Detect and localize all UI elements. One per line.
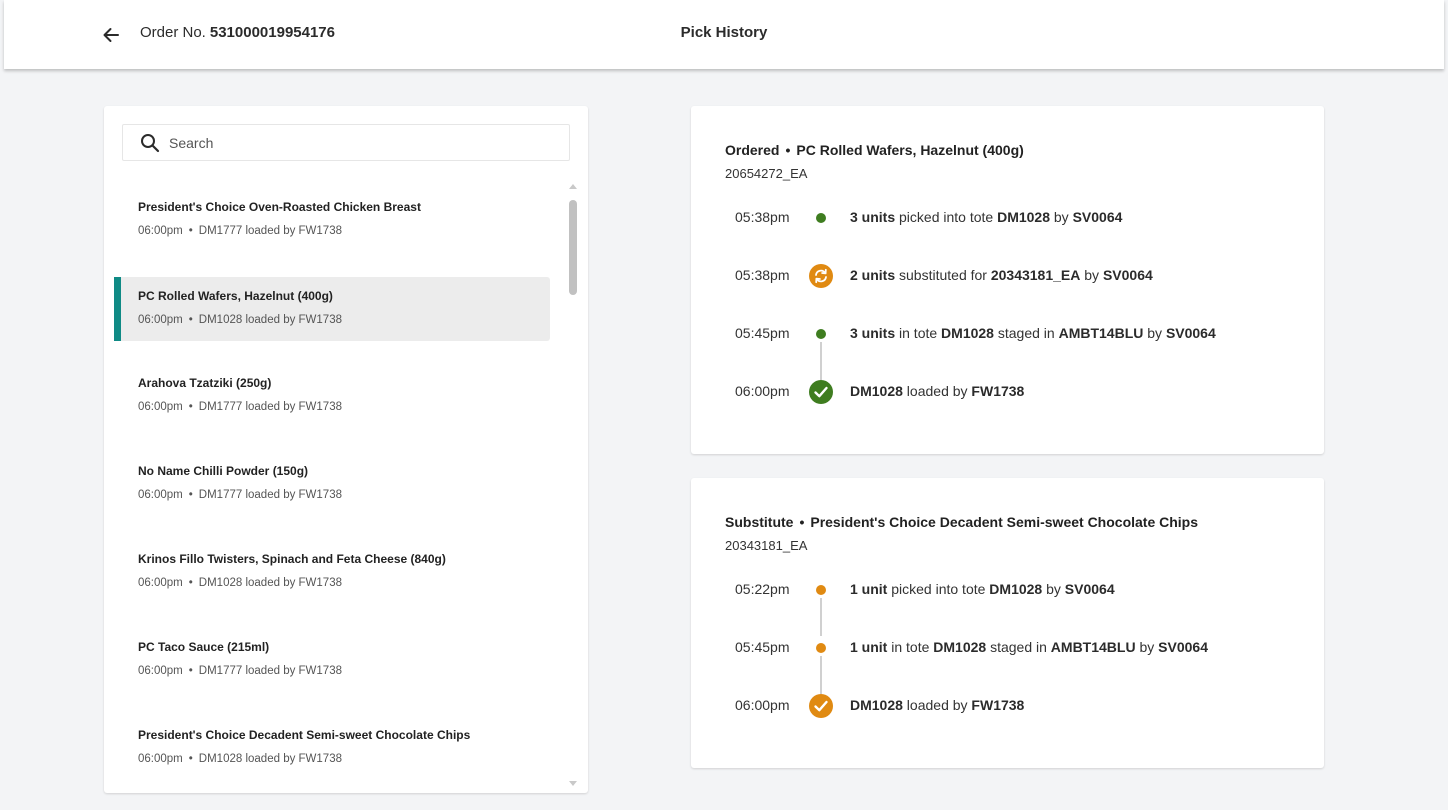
item-time: 06:00pm [138,665,183,677]
timeline-dot-orange [816,643,826,653]
separator: • [188,225,193,237]
event-time: 05:38pm [735,209,790,225]
separator: • [188,577,193,589]
separator: • [785,142,791,158]
timeline-connector [820,598,822,636]
event-text: 1 unit in tote DM1028 staged in AMBT14BL… [850,639,1208,655]
ordered-history-card: Ordered • PC Rolled Wafers, Hazelnut (400g… [691,106,1324,454]
event-time: 05:38pm [735,267,790,283]
event-time: 06:00pm [735,697,790,713]
scroll-up-arrow-icon[interactable] [569,184,577,189]
item-meta: 06:00pm • DM1777 loaded by FW1738 [138,401,342,413]
top-bar: Order No. 531000019954176 Pick History [4,0,1444,69]
item-name: Arahova Tzatziki (250g) [138,376,272,390]
event-time: 06:00pm [735,383,790,399]
item-meta: 06:00pm • DM1028 loaded by FW1738 [138,314,342,326]
check-circle-icon [809,380,833,404]
scrollbar-thumb[interactable] [569,200,577,295]
item-detail: DM1777 loaded by FW1738 [198,665,342,677]
card-product: PC Rolled Wafers, Hazelnut (400g) [796,142,1024,158]
card-type: Ordered [725,142,780,158]
item-list-panel: President's Choice Oven-Roasted Chicken … [104,106,588,793]
item-detail: DM1777 loaded by FW1738 [198,401,342,413]
item-detail: DM1028 loaded by FW1738 [198,753,342,765]
list-item[interactable]: President's Choice Oven-Roasted Chicken … [114,188,550,252]
card-title: Ordered • PC Rolled Wafers, Hazelnut (400g… [725,142,1024,158]
separator: • [188,314,193,326]
item-time: 06:00pm [138,225,183,237]
list-scrollbar[interactable] [568,184,578,786]
event-text: 3 units picked into tote DM1028 by SV006… [850,209,1123,225]
item-time: 06:00pm [138,401,183,413]
event-time: 05:45pm [735,639,790,655]
item-name: PC Rolled Wafers, Hazelnut (400g) [138,289,333,303]
page-title: Pick History [680,24,768,41]
scroll-down-arrow-icon[interactable] [569,781,577,786]
check-circle-icon [809,694,833,718]
item-meta: 06:00pm • DM1777 loaded by FW1738 [138,489,342,501]
item-name: PC Taco Sauce (215ml) [138,640,270,654]
event-time: 05:45pm [735,325,790,341]
event-text: 2 units substituted for 20343181_EA by S… [850,267,1153,283]
timeline-dot-orange [816,585,826,595]
search-input[interactable] [169,126,559,159]
list-item[interactable]: No Name Chilli Powder (150g) 06:00pm • DM1… [114,452,550,516]
separator: • [799,514,805,530]
timeline-dot-green [816,329,826,339]
list-item[interactable]: PC Taco Sauce (215ml) 06:00pm • DM1777 loa… [114,628,550,692]
item-time: 06:00pm [138,489,183,501]
item-time: 06:00pm [138,314,183,326]
item-name: President's Choice Decadent Semi-sweet C… [138,728,471,742]
item-name: President's Choice Oven-Roasted Chicken … [138,200,421,214]
list-item[interactable]: Arahova Tzatziki (250g) 06:00pm • DM1777 l… [114,364,550,428]
card-type: Substitute [725,514,794,530]
card-title: Substitute • President's Choice Decadent S… [725,514,1198,530]
card-product: President's Choice Decadent Semi-sweet C… [810,514,1199,530]
event-text: DM1028 loaded by FW1738 [850,383,1025,399]
separator: • [188,753,193,765]
event-text: 3 units in tote DM1028 staged in AMBT14B… [850,325,1216,341]
item-detail: DM1777 loaded by FW1738 [198,225,342,237]
item-meta: 06:00pm • DM1777 loaded by FW1738 [138,225,342,237]
item-detail: DM1028 loaded by FW1738 [198,577,342,589]
list-item[interactable]: Krinos Fillo Twisters, Spinach and Feta … [114,540,550,604]
item-meta: 06:00pm • DM1777 loaded by FW1738 [138,665,342,677]
item-detail: DM1028 loaded by FW1738 [198,314,342,326]
item-detail: DM1777 loaded by FW1738 [198,489,342,501]
item-name: No Name Chilli Powder (150g) [138,464,309,478]
card-sku: 20654272_EA [725,166,808,181]
substitute-history-card: Substitute • President's Choice Decadent S… [691,478,1324,768]
item-time: 06:00pm [138,753,183,765]
item-name: Krinos Fillo Twisters, Spinach and Feta … [138,552,446,566]
event-text: DM1028 loaded by FW1738 [850,697,1025,713]
card-sku: 20343181_EA [725,538,808,553]
separator: • [188,401,193,413]
search-icon [141,134,160,153]
event-time: 05:22pm [735,581,790,597]
timeline-dot-green [816,213,826,223]
item-time: 06:00pm [138,577,183,589]
separator: • [188,665,193,677]
timeline-connector [820,342,822,380]
substitute-icon [809,264,833,288]
list-item-selected[interactable]: PC Rolled Wafers, Hazelnut (400g) 06:00p… [114,277,550,341]
separator: • [188,489,193,501]
item-meta: 06:00pm • DM1028 loaded by FW1738 [138,753,342,765]
list-item[interactable]: President's Choice Decadent Semi-sweet C… [114,716,550,780]
search-box[interactable] [122,124,570,161]
timeline-connector [820,656,822,694]
item-meta: 06:00pm • DM1028 loaded by FW1738 [138,577,342,589]
event-text: 1 unit picked into tote DM1028 by SV0064 [850,581,1115,597]
